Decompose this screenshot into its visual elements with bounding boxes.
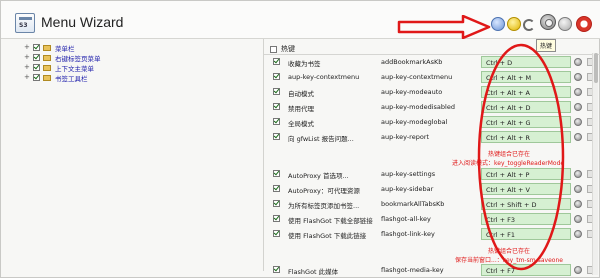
row-checkbox[interactable]	[273, 266, 280, 273]
clear-icon[interactable]	[574, 170, 582, 178]
menu-wizard-window: S3 Menu Wizard 热键 + 菜单栏 + 右键标签页菜单 + 上下文主…	[0, 0, 600, 278]
clear-icon[interactable]	[574, 88, 582, 96]
row-checkbox[interactable]	[273, 73, 280, 80]
hotkeys-settings-icon[interactable]	[540, 14, 556, 30]
tree-item-context-menu[interactable]: + 上下文主菜单	[24, 63, 94, 73]
expand-icon[interactable]: +	[24, 44, 30, 51]
row-checkbox[interactable]	[273, 215, 280, 222]
vertical-scrollbar[interactable]	[592, 53, 598, 275]
clear-icon[interactable]	[574, 266, 582, 274]
row-checkbox[interactable]	[273, 170, 280, 177]
tree-item-bookmarks-toolbar[interactable]: + 书签工具栏	[24, 73, 88, 83]
row-checkbox[interactable]	[273, 230, 280, 237]
clear-icon[interactable]	[574, 230, 582, 238]
tree-item-menubar[interactable]: + 菜单栏	[24, 43, 75, 53]
clear-icon[interactable]	[574, 133, 582, 141]
tree-checkbox[interactable]	[33, 64, 40, 71]
help-icon[interactable]	[491, 17, 505, 31]
tree-checkbox[interactable]	[33, 54, 40, 61]
lifebuoy-icon[interactable]	[576, 16, 592, 32]
globe-icon[interactable]	[558, 17, 572, 31]
expand-icon[interactable]: +	[24, 74, 30, 81]
tree-checkbox[interactable]	[33, 74, 40, 81]
tree-checkbox[interactable]	[33, 44, 40, 51]
window-title: Menu Wizard	[41, 14, 124, 30]
row-checkbox[interactable]	[273, 58, 280, 65]
row-checkbox[interactable]	[273, 118, 280, 125]
title-bar: S3 Menu Wizard	[1, 1, 600, 39]
tree-item-tab-context-menu[interactable]: + 右键标签页菜单	[24, 53, 101, 63]
clear-icon[interactable]	[574, 118, 582, 126]
row-checkbox[interactable]	[273, 88, 280, 95]
expand-icon[interactable]: +	[24, 54, 30, 61]
undo-icon[interactable]	[523, 19, 535, 31]
menu-tree-panel: + 菜单栏 + 右键标签页菜单 + 上下文主菜单 + 书签工具栏	[19, 39, 263, 267]
folder-icon	[43, 54, 51, 61]
hotkeys-group-toggle[interactable]: 热键	[270, 44, 295, 54]
clear-icon[interactable]	[574, 103, 582, 111]
annotation-ellipse-icon	[477, 43, 565, 271]
folder-icon	[43, 44, 51, 51]
row-checkbox[interactable]	[273, 103, 280, 110]
group-checkbox[interactable]	[270, 45, 277, 53]
scrollbar-thumb[interactable]	[594, 53, 598, 83]
clear-icon[interactable]	[574, 58, 582, 66]
clear-icon[interactable]	[574, 73, 582, 81]
clear-icon[interactable]	[574, 200, 582, 208]
expand-icon[interactable]: +	[24, 64, 30, 71]
clear-icon[interactable]	[574, 215, 582, 223]
row-checkbox[interactable]	[273, 200, 280, 207]
warning-icon[interactable]	[507, 17, 521, 31]
folder-icon	[43, 64, 51, 71]
annotation-arrow-icon	[397, 15, 491, 39]
row-checkbox[interactable]	[273, 133, 280, 140]
row-checkbox[interactable]	[273, 185, 280, 192]
app-logo-icon: S3	[15, 13, 35, 33]
clear-icon[interactable]	[574, 185, 582, 193]
folder-icon	[43, 74, 51, 81]
